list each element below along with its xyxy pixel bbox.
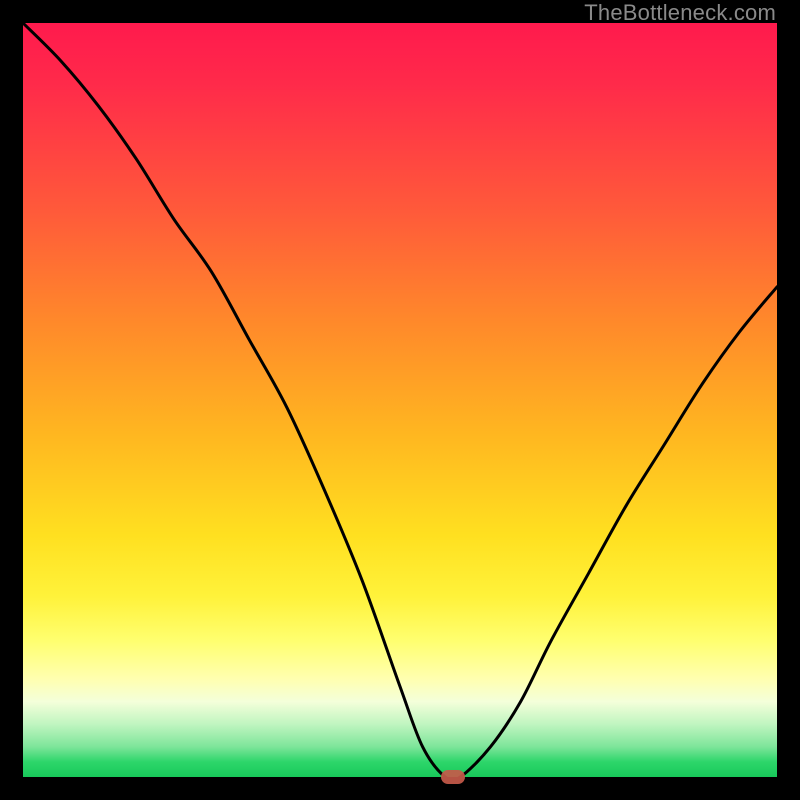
chart-frame: TheBottleneck.com [0, 0, 800, 800]
plot-area [23, 23, 777, 777]
curve-path [23, 23, 777, 781]
optimal-point-marker [441, 770, 465, 784]
bottleneck-curve [23, 23, 777, 777]
